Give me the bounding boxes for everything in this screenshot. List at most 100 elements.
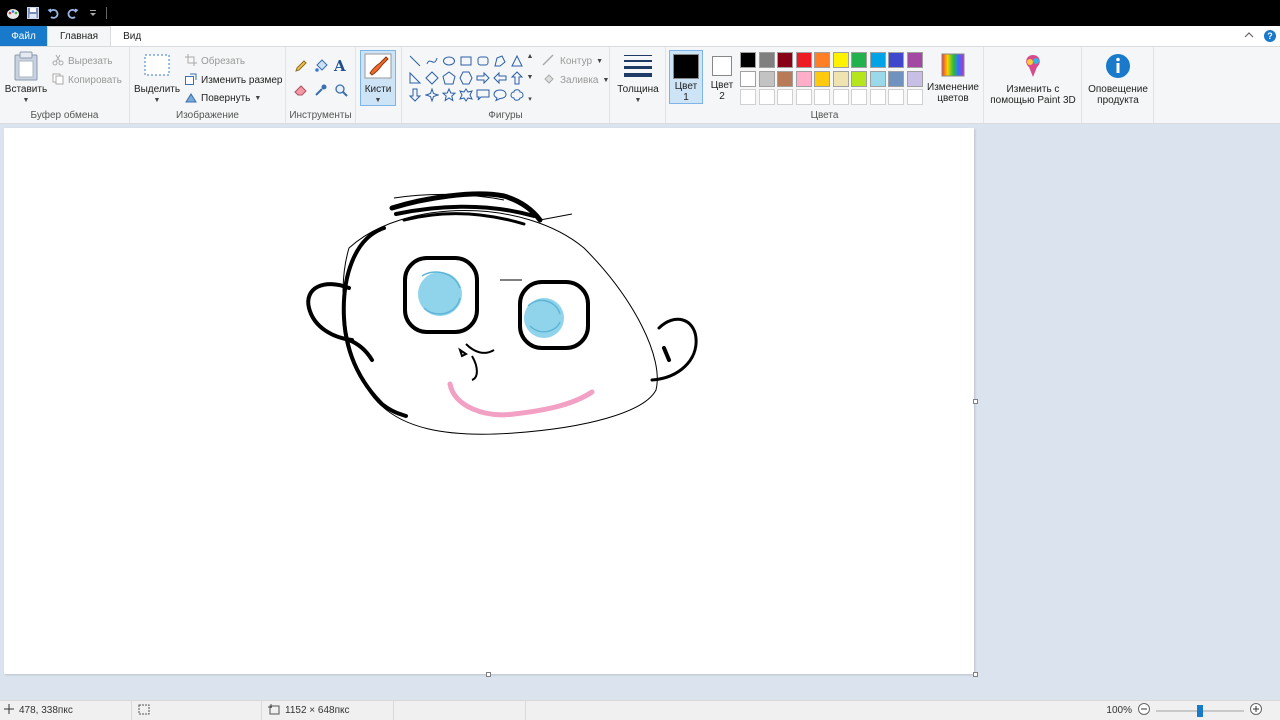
palette-swatch[interactable]	[869, 89, 886, 105]
cut-button[interactable]: Вырезать	[52, 54, 112, 69]
palette-swatch[interactable]	[906, 89, 923, 105]
color-picker-icon[interactable]	[314, 83, 328, 100]
line-shape-icon[interactable]	[406, 52, 423, 69]
gallery-more-icon[interactable]: ▾	[528, 95, 532, 103]
hexagon-shape-icon[interactable]	[457, 69, 474, 86]
rainbow-icon	[941, 53, 965, 80]
curve-shape-icon[interactable]	[423, 52, 440, 69]
palette-swatch[interactable]	[888, 89, 904, 105]
tab-file[interactable]: Файл	[0, 26, 47, 46]
polygon-shape-icon[interactable]	[491, 52, 508, 69]
bucket-icon[interactable]	[314, 59, 328, 76]
gallery-up-icon[interactable]: ▲	[527, 53, 534, 60]
palette-swatch[interactable]	[832, 70, 849, 87]
gallery-down-icon[interactable]: ▼	[527, 74, 534, 81]
palette-swatch[interactable]	[740, 52, 756, 68]
zoom-out-icon[interactable]	[1138, 703, 1150, 718]
four-point-star-shape-icon[interactable]	[423, 86, 440, 103]
palette-swatch[interactable]	[814, 70, 830, 87]
oval-shape-icon[interactable]	[440, 52, 457, 69]
zoom-in-icon[interactable]	[1250, 703, 1262, 718]
five-point-star-shape-icon[interactable]	[440, 86, 457, 103]
color1-button[interactable]: Цвет 1	[669, 50, 703, 104]
palette-swatch[interactable]	[795, 89, 812, 105]
rectangle-shape-icon[interactable]	[457, 52, 474, 69]
paint-app-icon[interactable]	[6, 6, 20, 20]
mouth	[447, 381, 595, 418]
resize-handle-corner[interactable]	[973, 672, 978, 677]
palette-swatch[interactable]	[888, 52, 904, 68]
palette-swatch[interactable]	[906, 70, 923, 87]
right-triangle-shape-icon[interactable]	[406, 69, 423, 86]
redo-icon[interactable]	[66, 6, 80, 20]
customize-quick-access-icon[interactable]	[86, 6, 100, 20]
palette-swatch[interactable]	[832, 52, 849, 68]
triangle-shape-icon[interactable]	[508, 52, 525, 69]
paste-button[interactable]: Вставить ▼	[4, 51, 48, 106]
crop-button[interactable]: Обрезать	[185, 54, 245, 69]
down-arrow-shape-icon[interactable]	[406, 86, 423, 103]
rotate-button[interactable]: Повернуть ▼	[185, 91, 261, 106]
palette-swatch[interactable]	[851, 89, 867, 105]
six-point-star-shape-icon[interactable]	[457, 86, 474, 103]
palette-swatch[interactable]	[758, 70, 775, 87]
magnifier-icon[interactable]	[334, 83, 348, 100]
palette-swatch[interactable]	[906, 52, 923, 68]
save-icon[interactable]	[26, 6, 40, 20]
product-notice-button[interactable]: Оповещение продукта	[1084, 53, 1152, 106]
canvas-workspace[interactable]	[0, 124, 1280, 700]
resize-handle-right[interactable]	[973, 399, 978, 404]
color2-button[interactable]: Цвет 2	[705, 50, 739, 104]
brushes-dropdown-icon: ▼	[374, 97, 382, 104]
palette-swatch[interactable]	[869, 70, 886, 87]
rect-callout-shape-icon[interactable]	[474, 86, 491, 103]
pencil-icon[interactable]	[294, 59, 308, 76]
palette-swatch[interactable]	[740, 70, 756, 87]
size-button[interactable]: Толщина ▼	[614, 53, 662, 106]
text-icon[interactable]: A	[334, 57, 346, 75]
copy-button[interactable]: Копировать	[52, 73, 122, 88]
eraser-icon[interactable]	[294, 83, 308, 100]
pentagon-shape-icon[interactable]	[440, 69, 457, 86]
undo-icon[interactable]	[46, 6, 60, 20]
palette-swatch[interactable]	[758, 52, 775, 68]
palette-swatch[interactable]	[758, 89, 775, 105]
palette-swatch[interactable]	[795, 70, 812, 87]
palette-swatch[interactable]	[740, 89, 756, 105]
fill-button[interactable]: Заливка ▼	[542, 73, 609, 88]
palette-swatch[interactable]	[814, 52, 830, 68]
cloud-callout-shape-icon[interactable]	[508, 86, 525, 103]
palette-swatch[interactable]	[777, 52, 793, 68]
palette-swatch[interactable]	[795, 52, 812, 68]
edit-in-paint3d-button[interactable]: Изменить с помощью Paint 3D	[986, 53, 1080, 106]
shapes-gallery-scroll[interactable]: ▲ ▼ ▾	[526, 53, 534, 103]
palette-swatch[interactable]	[814, 89, 830, 105]
palette-swatch[interactable]	[851, 52, 867, 68]
left-arrow-shape-icon[interactable]	[491, 69, 508, 86]
tab-view[interactable]: Вид	[111, 26, 153, 46]
tab-home[interactable]: Главная	[47, 26, 112, 46]
palette-swatch[interactable]	[869, 52, 886, 68]
select-button[interactable]: Выделить ▼	[134, 53, 180, 106]
brushes-button[interactable]: Кисти ▼	[360, 50, 396, 106]
zoom-slider[interactable]	[1156, 704, 1244, 717]
resize-handle-bottom[interactable]	[486, 672, 491, 677]
edit-colors-button[interactable]: Изменение цветов	[924, 53, 982, 104]
up-arrow-shape-icon[interactable]	[508, 69, 525, 86]
palette-swatch[interactable]	[888, 70, 904, 87]
right-arrow-shape-icon[interactable]	[474, 69, 491, 86]
minimize-ribbon-icon[interactable]	[1244, 31, 1254, 42]
status-file-size	[394, 701, 526, 720]
resize-button[interactable]: Изменить размер	[185, 73, 282, 88]
help-icon[interactable]: ?	[1264, 30, 1276, 42]
palette-swatch[interactable]	[832, 89, 849, 105]
drawing-canvas[interactable]	[4, 128, 978, 677]
palette-swatch[interactable]	[777, 89, 793, 105]
outline-button[interactable]: Контур ▼	[542, 54, 603, 69]
diamond-shape-icon[interactable]	[423, 69, 440, 86]
rounded-rectangle-shape-icon[interactable]	[474, 52, 491, 69]
palette-swatch[interactable]	[777, 70, 793, 87]
zoom-slider-thumb[interactable]	[1197, 704, 1203, 717]
palette-swatch[interactable]	[851, 70, 867, 87]
oval-callout-shape-icon[interactable]	[491, 86, 508, 103]
